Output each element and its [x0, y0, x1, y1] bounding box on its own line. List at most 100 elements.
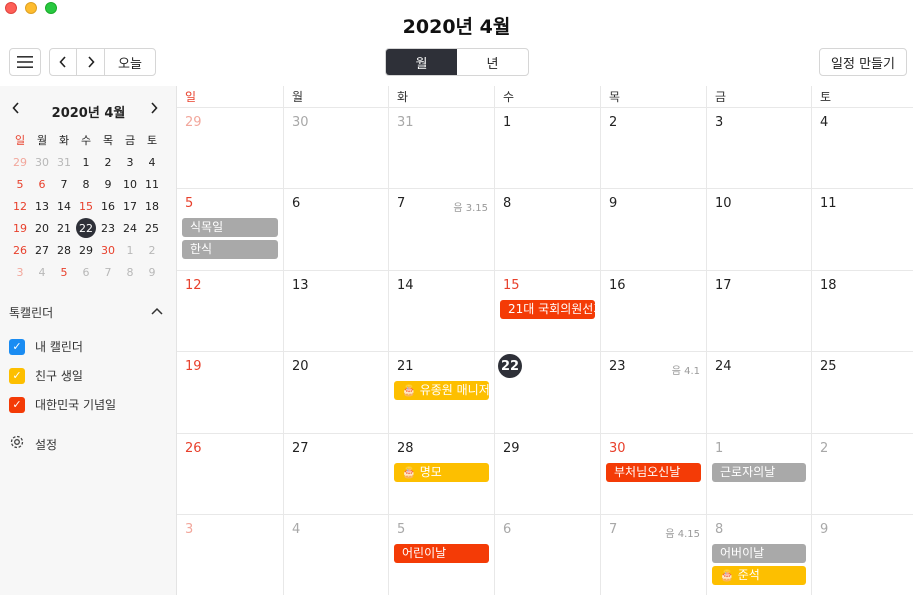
mini-day[interactable]: 5	[53, 261, 75, 283]
day-cell[interactable]: 29	[494, 434, 600, 514]
day-cell[interactable]: 1 근로자의날	[706, 434, 811, 514]
day-cell[interactable]: 23 음 4.1	[600, 352, 706, 433]
day-cell[interactable]: 5 어린이날	[388, 515, 494, 595]
day-cell[interactable]: 19	[177, 352, 283, 433]
day-cell[interactable]: 15 21대 국회의원선거	[494, 271, 600, 351]
calendar-item[interactable]: ✓ 내 캘린더	[9, 332, 169, 361]
day-cell[interactable]: 30 부처님오신날	[600, 434, 706, 514]
mini-day[interactable]: 3	[119, 151, 141, 173]
mini-day[interactable]: 24	[119, 217, 141, 239]
day-cell[interactable]: 30	[283, 108, 388, 188]
mini-day[interactable]: 1	[75, 151, 97, 173]
mini-day[interactable]: 9	[97, 173, 119, 195]
mini-day[interactable]: 21	[53, 217, 75, 239]
day-cell[interactable]: 10	[706, 189, 811, 270]
mini-day[interactable]: 29	[9, 151, 31, 173]
mini-day[interactable]: 9	[141, 261, 163, 283]
day-cell[interactable]: 11	[811, 189, 913, 270]
mini-prev-button[interactable]	[12, 102, 20, 118]
day-cell[interactable]: 31	[388, 108, 494, 188]
mini-day[interactable]: 8	[75, 173, 97, 195]
day-cell[interactable]: 8	[494, 189, 600, 270]
day-cell[interactable]: 18	[811, 271, 913, 351]
chevron-up-icon[interactable]	[151, 304, 163, 318]
tab-month[interactable]: 월	[386, 49, 457, 75]
birthday-event[interactable]: 🎂 유종원 매니저	[394, 381, 489, 400]
mini-day[interactable]: 27	[31, 239, 53, 261]
mini-day[interactable]: 30	[97, 239, 119, 261]
day-cell[interactable]: 28 🎂 명모	[388, 434, 494, 514]
mini-day[interactable]: 2	[97, 151, 119, 173]
day-cell[interactable]: 29	[177, 108, 283, 188]
mini-day[interactable]: 25	[141, 217, 163, 239]
day-cell[interactable]: 4	[811, 108, 913, 188]
mini-day[interactable]: 10	[119, 173, 141, 195]
prev-month-button[interactable]	[50, 49, 77, 75]
calendar-event[interactable]: 부처님오신날	[606, 463, 701, 482]
mini-day[interactable]: 7	[97, 261, 119, 283]
mini-day[interactable]: 30	[31, 151, 53, 173]
birthday-event[interactable]: 🎂 명모	[394, 463, 489, 482]
mini-day[interactable]: 13	[31, 195, 53, 217]
mini-day[interactable]: 14	[53, 195, 75, 217]
day-cell[interactable]: 7 음 4.15	[600, 515, 706, 595]
day-cell[interactable]: 1	[494, 108, 600, 188]
day-cell[interactable]: 2	[600, 108, 706, 188]
checkbox-checked-icon[interactable]: ✓	[9, 396, 25, 413]
menu-button[interactable]	[9, 48, 41, 76]
mini-day[interactable]: 19	[9, 217, 31, 239]
mini-day[interactable]: 4	[141, 151, 163, 173]
day-cell[interactable]: 3	[706, 108, 811, 188]
calendar-event[interactable]: 한식	[182, 240, 278, 259]
mini-day[interactable]: 26	[9, 239, 31, 261]
checkbox-checked-icon[interactable]: ✓	[9, 338, 25, 355]
day-cell[interactable]: 27	[283, 434, 388, 514]
mini-day[interactable]: 11	[141, 173, 163, 195]
calendar-list-header[interactable]: 톡캘린더	[9, 304, 169, 322]
day-cell[interactable]: 13	[283, 271, 388, 351]
day-cell[interactable]: 9	[600, 189, 706, 270]
calendar-event[interactable]: 어버이날	[712, 544, 806, 563]
mini-day[interactable]: 6	[75, 261, 97, 283]
birthday-event[interactable]: 🎂 준석	[712, 566, 806, 585]
mini-day[interactable]: 8	[119, 261, 141, 283]
day-cell[interactable]: 4	[283, 515, 388, 595]
mini-next-button[interactable]	[150, 102, 158, 118]
settings-item[interactable]: 설정	[9, 434, 57, 454]
mini-day[interactable]: 2	[141, 239, 163, 261]
day-cell[interactable]: 24	[706, 352, 811, 433]
day-cell[interactable]: 17	[706, 271, 811, 351]
day-cell[interactable]: 26	[177, 434, 283, 514]
mini-day[interactable]: 1	[119, 239, 141, 261]
day-cell[interactable]: 16	[600, 271, 706, 351]
day-cell[interactable]: 2	[811, 434, 913, 514]
mini-day[interactable]: 31	[53, 151, 75, 173]
day-cell[interactable]: 22	[494, 352, 600, 433]
mini-day[interactable]: 15	[75, 195, 97, 217]
day-cell[interactable]: 3	[177, 515, 283, 595]
mini-day[interactable]: 3	[9, 261, 31, 283]
mini-day[interactable]: 12	[9, 195, 31, 217]
mini-day[interactable]: 5	[9, 173, 31, 195]
day-cell[interactable]: 5 식목일 한식	[177, 189, 283, 270]
day-cell[interactable]: 9	[811, 515, 913, 595]
day-cell[interactable]: 12	[177, 271, 283, 351]
mini-day[interactable]: 28	[53, 239, 75, 261]
calendar-event[interactable]: 근로자의날	[712, 463, 806, 482]
mini-day[interactable]: 20	[31, 217, 53, 239]
mini-day-today[interactable]: 22	[76, 218, 96, 238]
mini-day[interactable]: 4	[31, 261, 53, 283]
mini-day[interactable]: 23	[97, 217, 119, 239]
day-cell[interactable]: 7 음 3.15	[388, 189, 494, 270]
create-event-button[interactable]: 일정 만들기	[819, 48, 907, 76]
mini-day[interactable]: 17	[119, 195, 141, 217]
day-cell[interactable]: 14	[388, 271, 494, 351]
mini-day[interactable]: 16	[97, 195, 119, 217]
next-month-button[interactable]	[77, 49, 105, 75]
calendar-event[interactable]: 21대 국회의원선거	[500, 300, 595, 319]
mini-day[interactable]: 7	[53, 173, 75, 195]
mini-day[interactable]: 29	[75, 239, 97, 261]
day-cell[interactable]: 6	[283, 189, 388, 270]
mini-day[interactable]: 6	[31, 173, 53, 195]
calendar-event[interactable]: 어린이날	[394, 544, 489, 563]
